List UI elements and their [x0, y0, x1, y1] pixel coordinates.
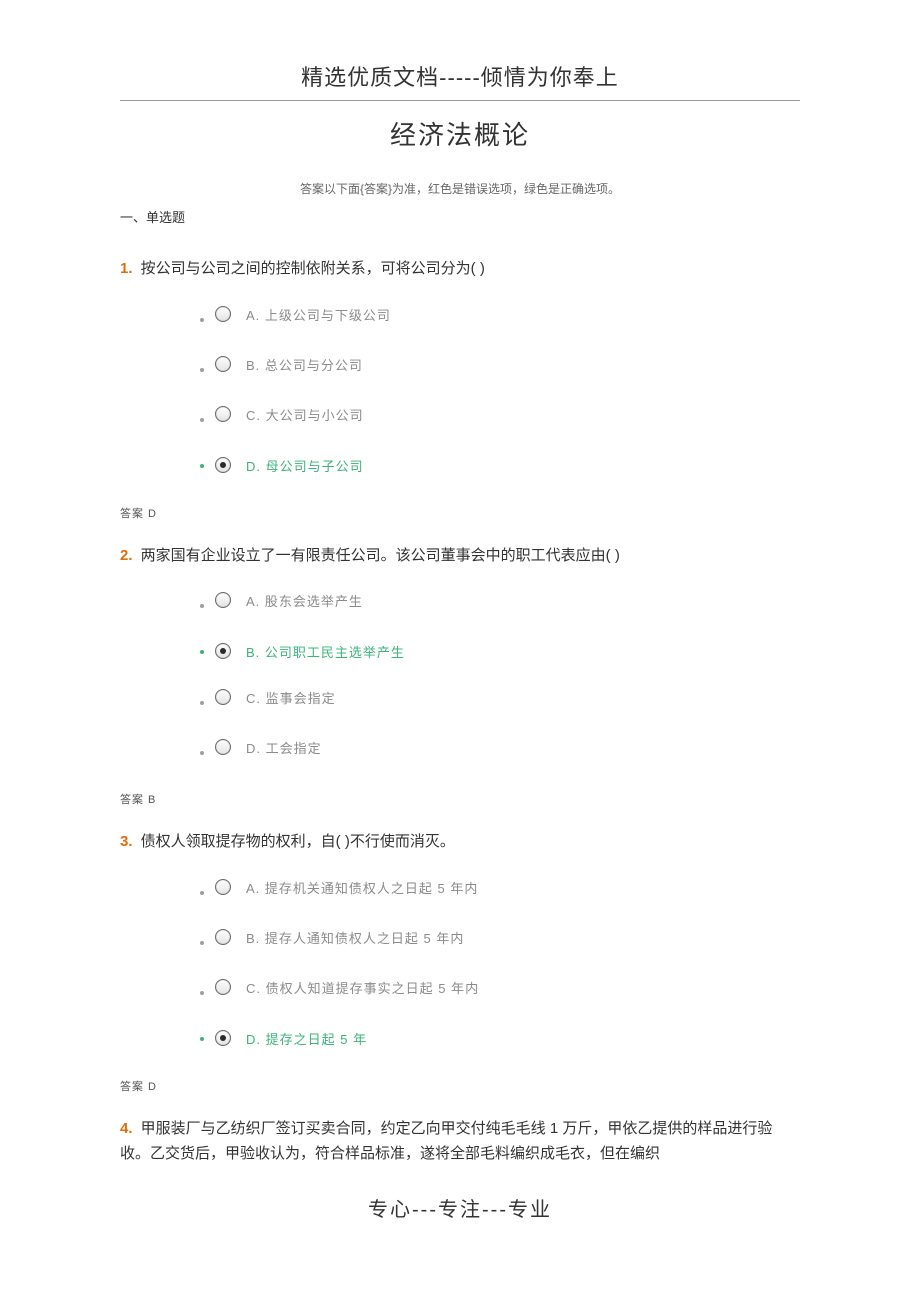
radio-icon[interactable]: [215, 739, 231, 755]
question-stem: 3. 债权人领取提存物的权利，自( )不行使而消灭。: [120, 829, 800, 855]
question: 2. 两家国有企业设立了一有限责任公司。该公司董事会中的职工代表应由( ) A. …: [120, 543, 800, 808]
radio-icon[interactable]: [215, 1030, 231, 1046]
option-item[interactable]: A. 股东会选举产生: [215, 594, 800, 614]
radio-icon[interactable]: [215, 979, 231, 995]
option-list: A. 股东会选举产生 B. 公司职工民主选举产生 C. 监事会指定 D. 工会指定: [120, 594, 800, 761]
page-container: 精选优质文档-----倾情为你奉上 经济法概论 答案以下面{答案}为准，红色是错…: [0, 0, 920, 1262]
option-item[interactable]: B. 总公司与分公司: [215, 358, 800, 378]
question-stem: 2. 两家国有企业设立了一有限责任公司。该公司董事会中的职工代表应由( ): [120, 543, 800, 569]
radio-icon[interactable]: [215, 592, 231, 608]
option-item[interactable]: D. 母公司与子公司: [215, 458, 800, 475]
question: 1. 按公司与公司之间的控制依附关系，可将公司分为( ) A. 上级公司与下级公司…: [120, 256, 800, 521]
radio-icon[interactable]: [215, 306, 231, 322]
radio-icon[interactable]: [215, 879, 231, 895]
option-text: C. 监事会指定: [246, 691, 336, 707]
radio-icon[interactable]: [215, 406, 231, 422]
option-item[interactable]: C. 大公司与小公司: [215, 408, 800, 428]
page-header: 精选优质文档-----倾情为你奉上: [120, 60, 800, 101]
question-stem: 4. 甲服装厂与乙纺织厂签订买卖合同，约定乙向甲交付纯毛毛线 1 万斤，甲依乙提…: [120, 1116, 800, 1167]
radio-icon[interactable]: [215, 457, 231, 473]
answer-line: 答案 B: [120, 791, 800, 807]
option-item[interactable]: A. 上级公司与下级公司: [215, 308, 800, 328]
option-text: D. 提存之日起 5 年: [246, 1032, 367, 1048]
question-stem: 1. 按公司与公司之间的控制依附关系，可将公司分为( ): [120, 256, 800, 282]
option-text: B. 总公司与分公司: [246, 358, 363, 374]
questions-container: 1. 按公司与公司之间的控制依附关系，可将公司分为( ) A. 上级公司与下级公司…: [120, 256, 800, 1167]
option-item[interactable]: B. 提存人通知债权人之日起 5 年内: [215, 931, 800, 951]
question-number: 1.: [120, 260, 133, 277]
question: 3. 债权人领取提存物的权利，自( )不行使而消灭。 A. 提存机关通知债权人之日…: [120, 829, 800, 1094]
option-item[interactable]: B. 公司职工民主选举产生: [215, 644, 800, 661]
answer-line: 答案 D: [120, 1078, 800, 1094]
option-text: A. 股东会选举产生: [246, 594, 363, 610]
question: 4. 甲服装厂与乙纺织厂签订买卖合同，约定乙向甲交付纯毛毛线 1 万斤，甲依乙提…: [120, 1116, 800, 1167]
radio-icon[interactable]: [215, 356, 231, 372]
option-item[interactable]: D. 提存之日起 5 年: [215, 1031, 800, 1048]
option-item[interactable]: A. 提存机关通知债权人之日起 5 年内: [215, 881, 800, 901]
option-text: C. 大公司与小公司: [246, 408, 364, 424]
option-item[interactable]: D. 工会指定: [215, 741, 800, 761]
option-text: C. 债权人知道提存事实之日起 5 年内: [246, 981, 479, 997]
radio-icon[interactable]: [215, 643, 231, 659]
option-text: B. 提存人通知债权人之日起 5 年内: [246, 931, 464, 947]
section-heading: 一、单选题: [120, 207, 800, 226]
document-title: 经济法概论: [120, 115, 800, 152]
radio-icon[interactable]: [215, 689, 231, 705]
option-item[interactable]: C. 监事会指定: [215, 691, 800, 711]
option-item[interactable]: C. 债权人知道提存事实之日起 5 年内: [215, 981, 800, 1001]
option-text: A. 上级公司与下级公司: [246, 308, 391, 324]
question-number: 2.: [120, 547, 133, 564]
option-list: A. 上级公司与下级公司 B. 总公司与分公司 C. 大公司与小公司 D. 母公司与子…: [120, 308, 800, 475]
instruction-text: 答案以下面{答案}为准，红色是错误选项，绿色是正确选项。: [120, 180, 800, 197]
answer-line: 答案 D: [120, 505, 800, 521]
option-list: A. 提存机关通知债权人之日起 5 年内 B. 提存人通知债权人之日起 5 年内 C…: [120, 881, 800, 1048]
question-number: 3.: [120, 833, 133, 850]
page-footer: 专心---专注---专业: [120, 1193, 800, 1222]
radio-icon[interactable]: [215, 929, 231, 945]
option-text: D. 工会指定: [246, 741, 322, 757]
option-text: D. 母公司与子公司: [246, 459, 364, 475]
question-number: 4.: [120, 1120, 133, 1137]
option-text: A. 提存机关通知债权人之日起 5 年内: [246, 881, 478, 897]
option-text: B. 公司职工民主选举产生: [246, 645, 405, 661]
